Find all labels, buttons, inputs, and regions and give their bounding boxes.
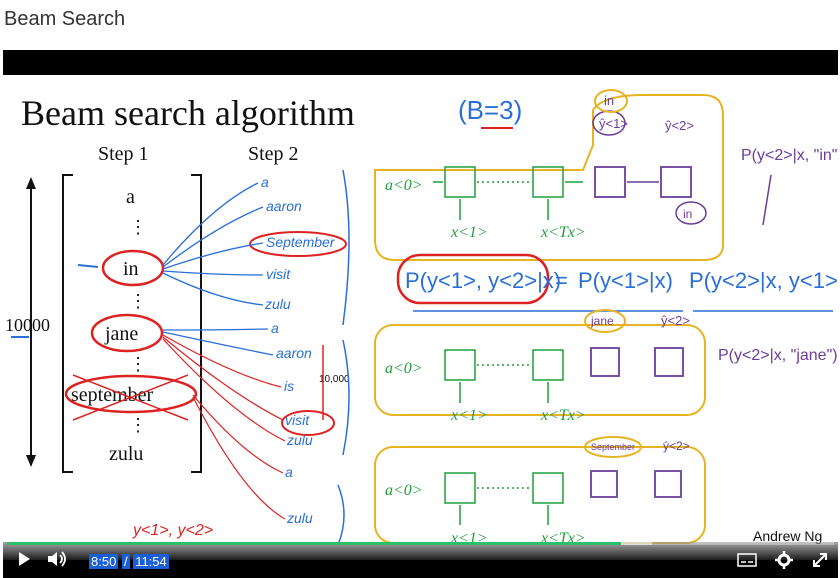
captions-icon	[737, 553, 757, 567]
step2-word: aaron	[276, 345, 312, 361]
feed-label: in	[683, 207, 692, 221]
feed-label: in	[604, 93, 614, 108]
current-time: 8:50	[89, 554, 119, 569]
play-button[interactable]	[17, 551, 31, 572]
volume-icon	[48, 551, 66, 567]
slide-heading: Beam search algorithm	[21, 93, 355, 133]
input-bubble: jane	[590, 314, 614, 328]
vocab-word: jane	[104, 323, 138, 345]
output-label: ŷ<2>	[663, 439, 690, 453]
beam-width-note: (B=3)	[458, 95, 522, 125]
output-label: ŷ<1>	[599, 116, 628, 131]
enc-x1: x<1>	[450, 407, 488, 424]
duration: 11:54	[133, 554, 169, 569]
step2-word: a	[271, 320, 279, 336]
enc-a0: a<0>	[385, 482, 423, 499]
play-icon	[19, 552, 30, 566]
vocab-word: zulu	[109, 443, 143, 465]
slide-canvas: Beam search algorithm (B=3) Step 1 Step …	[5, 89, 838, 547]
enc-xtx: x<Tx>	[540, 407, 586, 424]
video-player[interactable]: Beam search algorithm (B=3) Step 1 Step …	[3, 50, 838, 578]
vocab-size: 10000	[5, 315, 50, 335]
enc-x1: x<1>	[450, 224, 488, 241]
step2-word: visit	[266, 266, 291, 282]
player-controls: 8:50 / 11:54	[3, 542, 838, 578]
buffer-bar	[621, 542, 653, 545]
settings-icon	[775, 551, 793, 569]
svg-text:⋮: ⋮	[129, 217, 147, 237]
fullscreen-button[interactable]	[811, 551, 829, 574]
settings-button[interactable]	[775, 551, 793, 574]
note-jane: P(y<2>|x, "jane")	[718, 347, 838, 364]
step2-word: zulu	[286, 510, 313, 526]
volume-button[interactable]	[47, 551, 69, 572]
svg-text:⋮: ⋮	[129, 291, 147, 311]
step2-word: a	[261, 174, 269, 190]
output-label: ŷ<2>	[661, 313, 690, 328]
vocab-word: september	[71, 384, 154, 406]
progress-bar[interactable]	[7, 542, 834, 545]
svg-text:⋮: ⋮	[129, 415, 147, 435]
step2-word: aaron	[266, 198, 302, 214]
equation-lhs: P(y<1>, y<2>|x)	[405, 268, 561, 293]
equation-rhs1: P(y<1>|x)	[578, 268, 673, 293]
step2-word: is	[284, 378, 294, 394]
page-title: Beam Search	[4, 8, 126, 30]
step1-label: Step 1	[98, 143, 149, 165]
captions-button[interactable]	[737, 553, 757, 572]
equation-rhs2: P(y<2>|x, y<1>)	[689, 268, 838, 293]
y-handnote: y<1>, y<2>	[132, 522, 213, 539]
input-bubble: September	[591, 442, 635, 452]
step2-word: zulu	[264, 296, 291, 312]
fullscreen-icon	[813, 553, 827, 567]
vocab-word: a	[126, 186, 135, 208]
enc-a0: a<0>	[385, 360, 423, 377]
time-display: 8:50 / 11:54	[89, 554, 169, 569]
equation-eq: =	[555, 268, 568, 293]
step2-word: a	[285, 464, 293, 480]
vocab-word: in	[123, 258, 139, 280]
enc-a0: a<0>	[385, 177, 423, 194]
output-label: ŷ<2>	[665, 118, 694, 133]
step2-word: September	[266, 234, 336, 250]
svg-text:⋮: ⋮	[129, 354, 147, 374]
progress-fill	[7, 542, 622, 545]
step2-label: Step 2	[248, 143, 299, 165]
time-separator: /	[121, 554, 130, 569]
note-in: P(y<2>|x, "in")	[741, 147, 838, 164]
lecture-slide: Beam search algorithm (B=3) Step 1 Step …	[3, 75, 838, 560]
enc-xtx: x<Tx>	[540, 224, 586, 241]
